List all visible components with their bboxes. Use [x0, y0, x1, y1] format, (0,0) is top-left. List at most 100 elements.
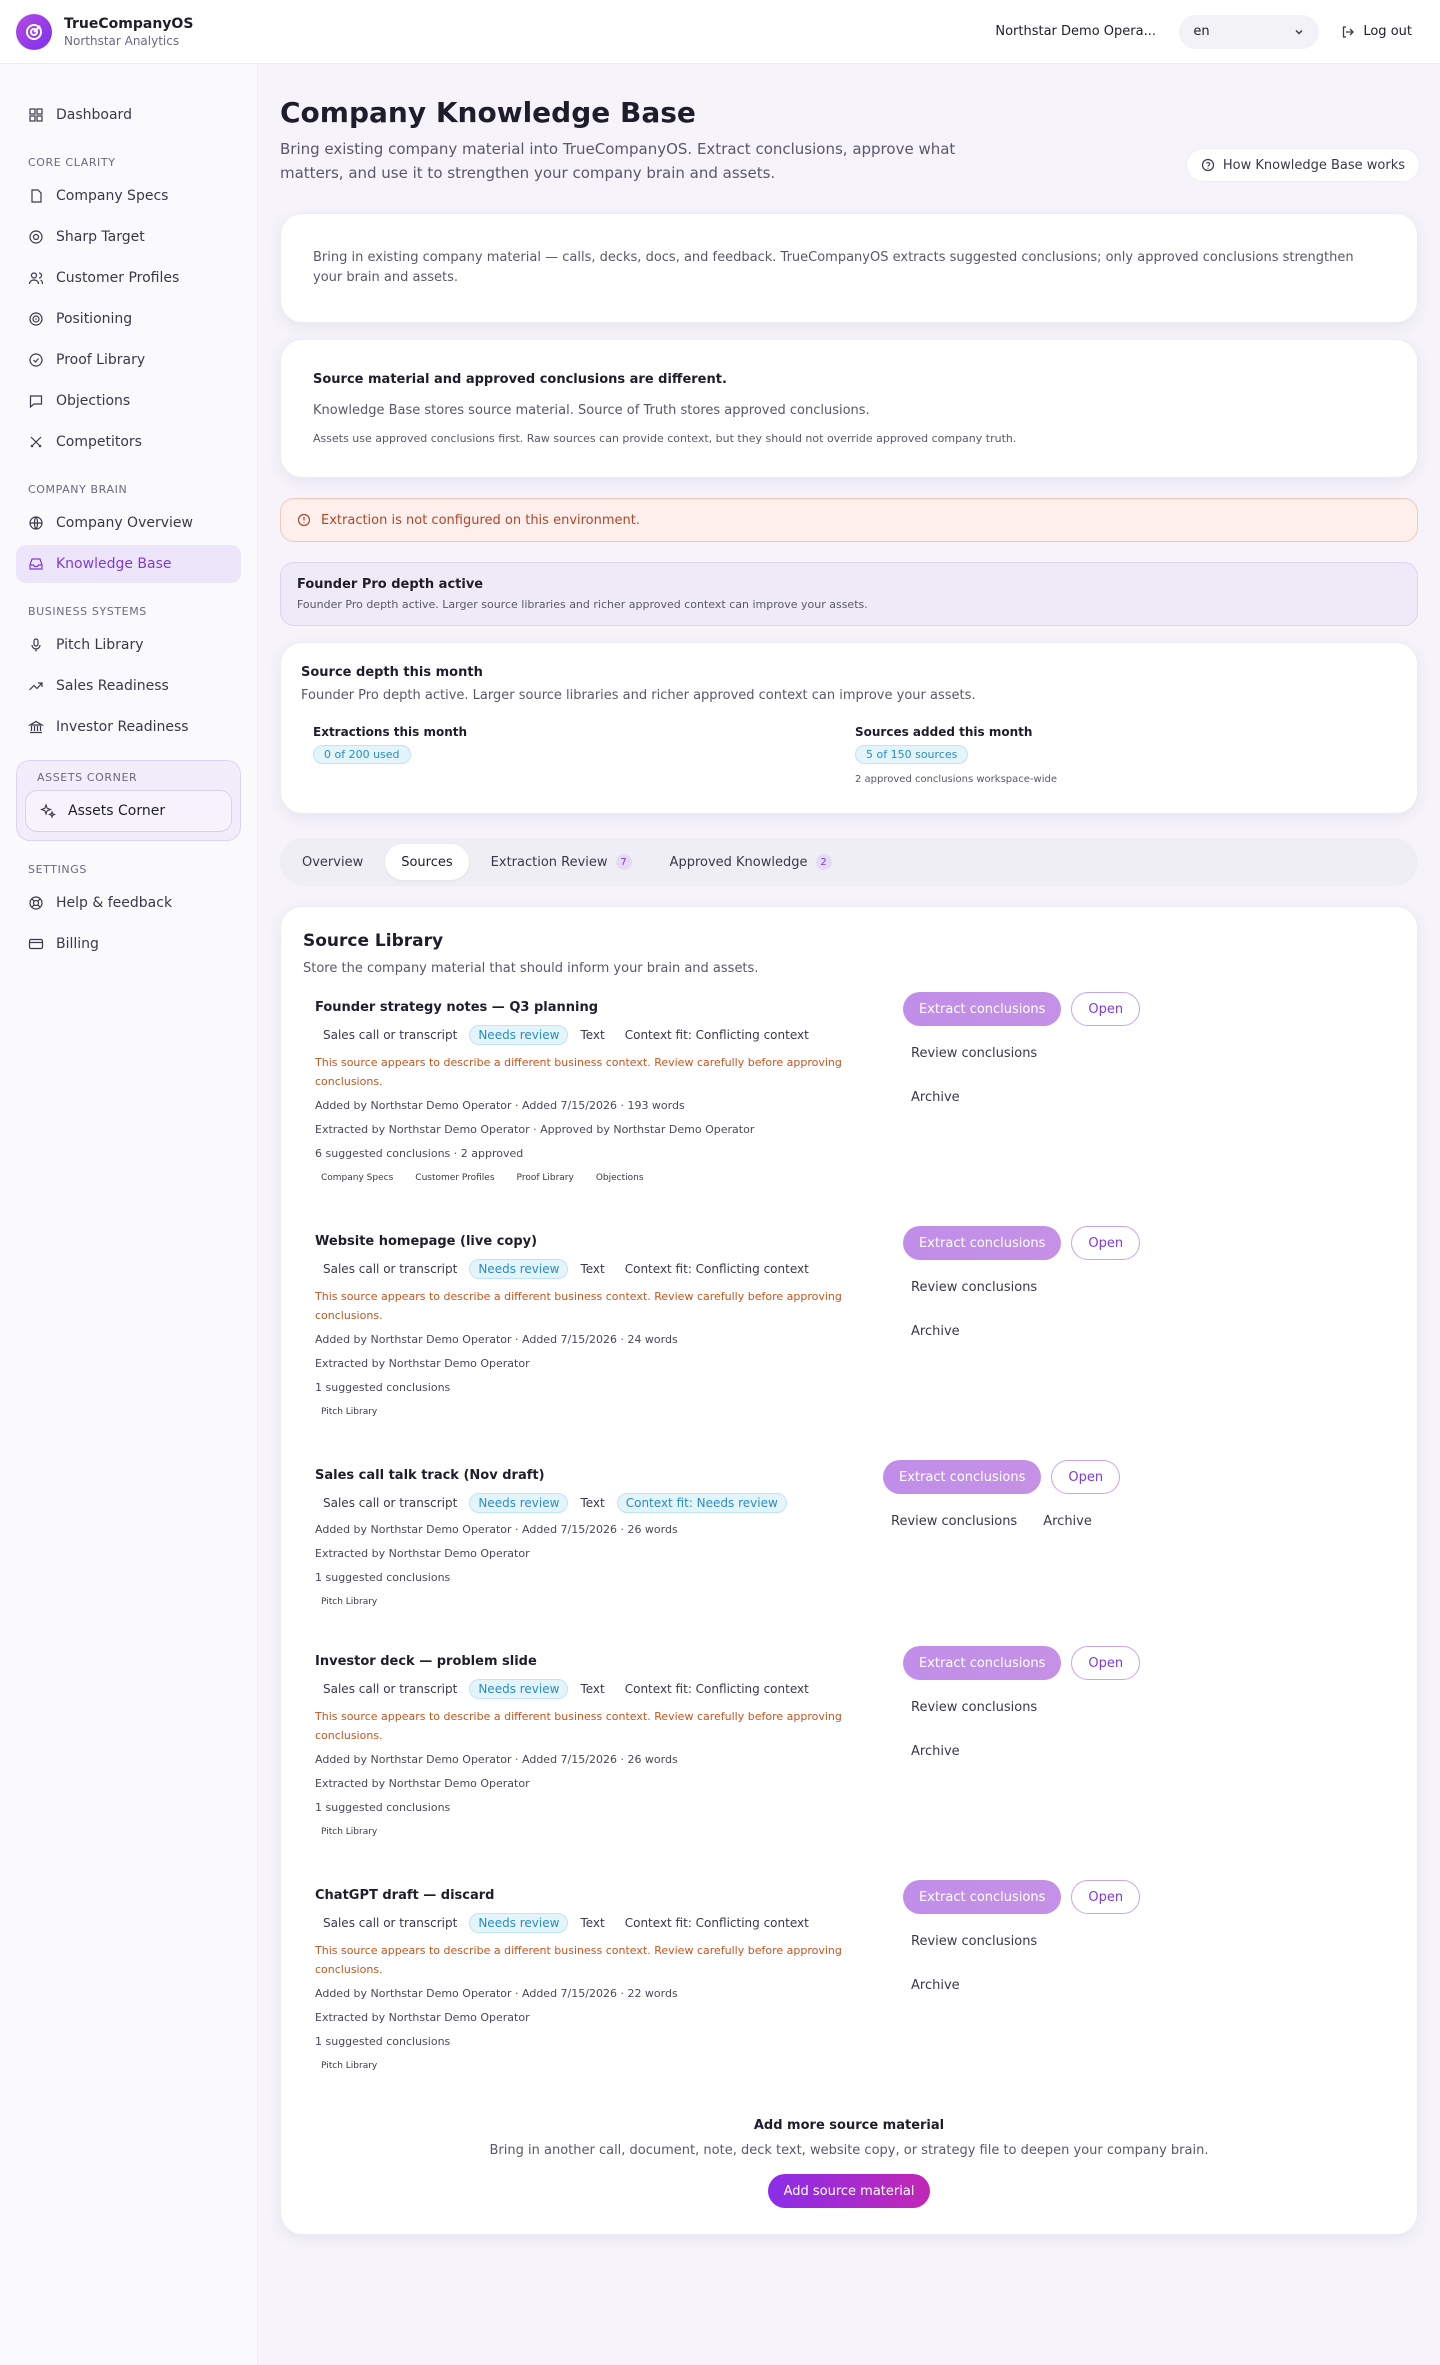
sources-label: Sources added this month: [855, 725, 1033, 739]
tab-extraction-review[interactable]: Extraction Review 7: [475, 844, 648, 880]
main-content: Company Knowledge Base Bring existing co…: [258, 64, 1440, 2365]
extract-conclusions-button[interactable]: Extract conclusions: [883, 1460, 1042, 1494]
open-button[interactable]: Open: [1071, 1880, 1141, 1914]
tab-label: Sources: [401, 854, 453, 870]
source-extracted-meta: Extracted by Northstar Demo Operator: [315, 2011, 530, 2024]
sidebar-item-positioning[interactable]: Positioning: [16, 300, 241, 338]
sidebar-item-investor-readiness[interactable]: Investor Readiness: [16, 708, 241, 746]
source-library-desc: Store the company material that should i…: [303, 961, 759, 976]
status-badge: Needs review: [469, 1493, 569, 1513]
source-library-title: Source Library: [303, 931, 444, 951]
sidebar-item-customer-profiles[interactable]: Customer Profiles: [16, 259, 241, 297]
review-conclusions-button[interactable]: Review conclusions: [903, 1690, 1045, 1724]
sources-badge: 5 of 150 sources: [855, 745, 969, 764]
check-circle-icon: [29, 353, 43, 367]
how-it-works-button[interactable]: How Knowledge Base works: [1185, 148, 1420, 182]
tab-approved-knowledge[interactable]: Approved Knowledge 2: [654, 844, 848, 880]
asset-chip: Pitch Library: [321, 1407, 378, 1417]
brand-org: Northstar Analytics: [64, 33, 180, 48]
sidebar-item-sharp-target[interactable]: Sharp Target: [16, 218, 241, 256]
document-icon: [31, 189, 42, 203]
sidebar-item-competitors[interactable]: Competitors: [16, 423, 241, 461]
sidebar-item-dashboard[interactable]: Dashboard: [16, 96, 241, 134]
source-type-tag: Sales call or transcript: [323, 1262, 458, 1276]
context-warning: This source appears to describe a differ…: [315, 1710, 842, 1742]
context-fit-tag: Context fit: Needs review: [616, 1493, 787, 1513]
context-warning: This source appears to describe a differ…: [315, 1290, 842, 1322]
archive-button[interactable]: Archive: [903, 1968, 968, 2002]
sidebar-item-label: Sales Readiness: [56, 678, 169, 694]
language-select[interactable]: en: [1179, 14, 1320, 49]
sidebar-item-label: Positioning: [56, 311, 133, 327]
tab-overview[interactable]: Overview: [286, 844, 379, 880]
sidebar-item-help[interactable]: Help & feedback: [16, 884, 241, 922]
source-title: Founder strategy notes — Q3 planning: [315, 1000, 599, 1015]
sidebar-item-pitch-library[interactable]: Pitch Library: [16, 626, 241, 664]
sidebar-item-knowledge-base[interactable]: Knowledge Base: [16, 545, 241, 583]
tab-sources[interactable]: Sources: [385, 844, 469, 880]
sidebar: Dashboard CORE CLARITY Company Specs Sha…: [0, 64, 258, 2365]
review-conclusions-button[interactable]: Review conclusions: [903, 1924, 1045, 1958]
review-conclusions-button[interactable]: Review conclusions: [903, 1270, 1045, 1304]
extraction-alert-text: Extraction is not configured on this env…: [321, 512, 641, 528]
source-extracted-meta: Extracted by Northstar Demo Operator: [315, 1777, 530, 1790]
open-button[interactable]: Open: [1071, 1226, 1141, 1260]
format-tag: Text: [580, 1682, 605, 1696]
sidebar-item-company-overview[interactable]: Company Overview: [16, 504, 241, 542]
archive-button[interactable]: Archive: [903, 1080, 968, 1114]
sidebar-item-label: Company Specs: [56, 188, 169, 204]
sidebar-item-label: Billing: [56, 936, 99, 952]
source-vs-truth-text: Knowledge Base stores source material. S…: [313, 403, 870, 418]
brand[interactable]: TrueCompanyOS Northstar Analytics: [16, 13, 193, 50]
archive-button[interactable]: Archive: [1035, 1504, 1100, 1538]
asset-chip: Customer Profiles: [415, 1173, 495, 1183]
extract-conclusions-button[interactable]: Extract conclusions: [903, 1646, 1062, 1680]
open-button[interactable]: Open: [1071, 1646, 1141, 1680]
extract-conclusions-button[interactable]: Extract conclusions: [903, 1226, 1062, 1260]
source-extracted-meta: Extracted by Northstar Demo Operator: [315, 1357, 530, 1370]
extract-conclusions-button[interactable]: Extract conclusions: [903, 1880, 1062, 1914]
workspace-name[interactable]: Northstar Demo Opera...: [995, 24, 1163, 39]
page-subtitle: Bring existing company material into Tru…: [280, 140, 956, 182]
logout-button[interactable]: Log out: [1329, 24, 1424, 39]
sidebar-section-core-clarity: CORE CLARITY: [28, 156, 116, 169]
credit-card-icon: [28, 938, 44, 950]
logout-label: Log out: [1363, 24, 1412, 39]
inbox-icon: [29, 558, 43, 570]
users-icon: [28, 272, 44, 285]
add-source-button[interactable]: Add source material: [767, 2174, 931, 2208]
sidebar-section-business-systems: BUSINESS SYSTEMS: [28, 605, 147, 618]
source-depth-desc: Founder Pro depth active. Larger source …: [301, 688, 976, 703]
asset-chip: Pitch Library: [321, 2061, 378, 2071]
language-value: en: [1193, 24, 1210, 39]
sidebar-item-billing[interactable]: Billing: [16, 925, 241, 963]
review-conclusions-button[interactable]: Review conclusions: [883, 1504, 1025, 1538]
chevron-down-icon: [1295, 29, 1303, 34]
assets-corner-button[interactable]: Assets Corner: [25, 790, 232, 832]
sidebar-item-label: Customer Profiles: [56, 270, 180, 286]
sidebar-item-proof-library[interactable]: Proof Library: [16, 341, 241, 379]
page-title: Company Knowledge Base: [280, 96, 696, 129]
source-vs-truth-note: Assets use approved conclusions first. R…: [313, 432, 1017, 445]
brand-logo-icon: [16, 13, 52, 50]
review-conclusions-button[interactable]: Review conclusions: [903, 1036, 1045, 1070]
sidebar-item-label: Pitch Library: [56, 637, 144, 653]
source-added-meta: Added by Northstar Demo Operator · Added…: [315, 1987, 678, 2000]
crosshair-icon: [29, 312, 43, 326]
sidebar-item-label: Objections: [56, 393, 131, 409]
sidebar-item-company-specs[interactable]: Company Specs: [16, 177, 241, 215]
assets-corner-panel: ASSETS CORNER Assets Corner: [16, 760, 241, 841]
sidebar-item-sales-readiness[interactable]: Sales Readiness: [16, 667, 241, 705]
open-button[interactable]: Open: [1071, 992, 1141, 1026]
sidebar-item-objections[interactable]: Objections: [16, 382, 241, 420]
source-title: Investor deck — problem slide: [315, 1654, 537, 1669]
source-suggested-meta: 1 suggested conclusions: [315, 1381, 451, 1394]
status-badge: Needs review: [469, 1679, 569, 1699]
archive-button[interactable]: Archive: [903, 1734, 968, 1768]
tab-label: Approved Knowledge: [669, 854, 808, 870]
open-button[interactable]: Open: [1051, 1460, 1121, 1494]
source-title: ChatGPT draft — discard: [315, 1888, 495, 1903]
extract-conclusions-button[interactable]: Extract conclusions: [903, 992, 1062, 1026]
archive-button[interactable]: Archive: [903, 1314, 968, 1348]
format-tag: Text: [580, 1262, 605, 1276]
